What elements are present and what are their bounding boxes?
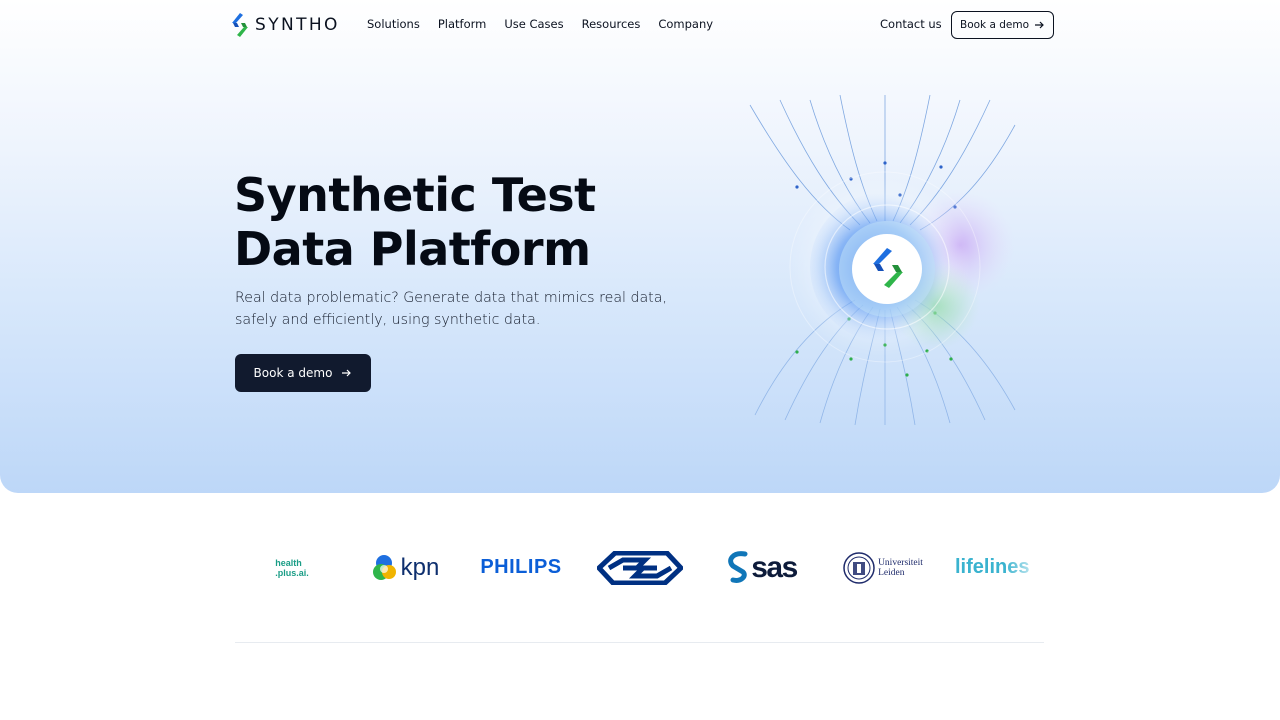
section-divider [235, 642, 1044, 643]
nav-platform[interactable]: Platform [438, 17, 487, 31]
client-logo-ns [597, 535, 683, 600]
ns-logo-icon [597, 550, 683, 585]
leiden-line-2: Leiden [878, 567, 905, 578]
logo-orb [852, 234, 922, 304]
logos-fade-right [1005, 535, 1045, 600]
arrow-right-icon [342, 369, 352, 377]
healthplus-line-1: health [275, 557, 302, 568]
nav-use-cases[interactable]: Use Cases [504, 17, 563, 31]
nav-links: Solutions Platform Use Cases Resources C… [367, 17, 731, 31]
hero-book-demo-button[interactable]: Book a demo [235, 354, 371, 392]
client-logos: health .plus.ai. kpn PHILIPS sas Univers… [235, 535, 1045, 600]
hero-section: SYNTHO Solutions Platform Use Cases Reso… [0, 0, 1280, 493]
nav-resources[interactable]: Resources [582, 17, 641, 31]
nav-solutions[interactable]: Solutions [367, 17, 420, 31]
sas-wordmark: sas [751, 550, 798, 584]
hero-subtitle-line-1: Real data problematic? Generate data tha… [235, 290, 667, 306]
kpn-mark-icon [372, 554, 396, 580]
client-logo-philips: PHILIPS [475, 535, 567, 600]
healthplus-line-2: .plus.ai. [275, 567, 309, 578]
leiden-seal-icon [843, 551, 875, 584]
hero-title-line-1: Synthetic Test [234, 168, 596, 222]
brand-name: SYNTHO [255, 15, 340, 35]
client-logo-leiden: Universiteit Leiden [838, 535, 928, 600]
nav-company[interactable]: Company [658, 17, 713, 31]
philips-wordmark: PHILIPS [480, 556, 562, 578]
nav-book-demo-label: Book a demo [959, 19, 1030, 31]
hero-subtitle-line-2: safely and efficiently, using synthetic … [235, 312, 541, 328]
leiden-line-1: Universiteit [878, 557, 923, 568]
hero-book-demo-label: Book a demo [253, 366, 333, 380]
syntho-logo-icon [232, 13, 248, 37]
arrow-right-icon [1035, 21, 1044, 29]
nav-book-demo-button[interactable]: Book a demo [951, 11, 1054, 39]
hero-title-line-2: Data Platform [234, 222, 591, 276]
kpn-wordmark: kpn [400, 553, 440, 581]
hero-illustration [749, 95, 1016, 425]
brand-logo[interactable]: SYNTHO [231, 12, 347, 38]
client-logo-healthplus: health .plus.ai. [257, 535, 327, 600]
client-logo-kpn: kpn [365, 535, 445, 600]
client-logo-sas: sas [715, 535, 807, 600]
hero-title: Synthetic Test Data Platform [234, 168, 674, 276]
sas-mark-icon [728, 550, 748, 583]
contact-link[interactable]: Contact us [880, 17, 942, 31]
hero-subtitle: Real data problematic? Generate data tha… [235, 287, 675, 331]
top-nav: SYNTHO Solutions Platform Use Cases Reso… [0, 0, 1280, 50]
